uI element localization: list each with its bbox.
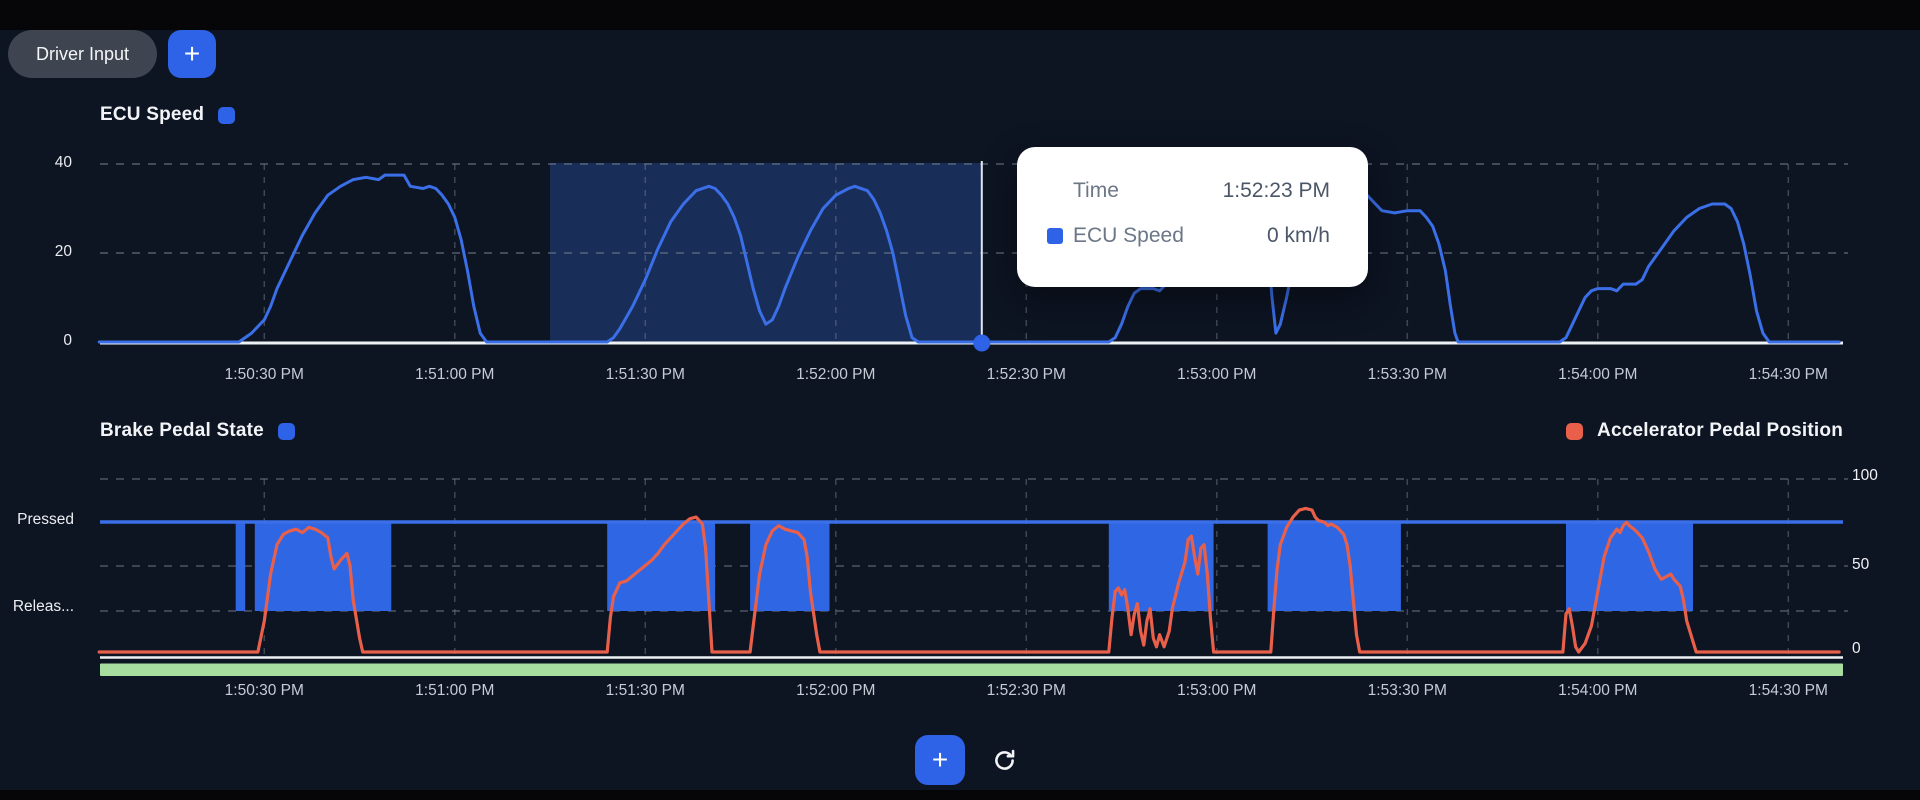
brake-pressed-interval	[1566, 522, 1693, 611]
tooltip-series-value: 0 km/h	[1267, 224, 1330, 248]
brake-pedal-legend-chip[interactable]	[278, 423, 295, 440]
tooltip-time-value: 1:52:23 PM	[1223, 179, 1330, 203]
chart2-header: Brake Pedal State	[100, 420, 295, 442]
x-tick-label: 1:50:30 PM	[194, 366, 334, 384]
chart-tooltip: Time 1:52:23 PM ECU Speed 0 km/h	[1017, 147, 1368, 287]
chart2-title: Brake Pedal State	[100, 420, 264, 442]
x-tick-label: 1:53:30 PM	[1337, 366, 1477, 384]
chart2-ytick-50: 50	[1852, 556, 1869, 574]
x-tick-label: 1:51:00 PM	[385, 366, 525, 384]
charts-canvas[interactable]	[0, 0, 1920, 800]
state-label-released: Releas...	[4, 598, 74, 616]
x-tick-label: 1:51:00 PM	[385, 682, 525, 700]
add-chart-button[interactable]: +	[915, 735, 965, 785]
x-tick-label: 1:53:00 PM	[1147, 682, 1287, 700]
tooltip-series-chip	[1047, 228, 1063, 244]
refresh-icon	[991, 747, 1018, 774]
tooltip-time-row: Time 1:52:23 PM	[1047, 177, 1330, 205]
chart2-ytick-100: 100	[1852, 467, 1878, 485]
x-tick-label: 1:52:00 PM	[766, 682, 906, 700]
cursor-handle[interactable]	[973, 335, 990, 352]
x-tick-label: 1:52:30 PM	[956, 366, 1096, 384]
x-tick-label: 1:51:30 PM	[575, 682, 715, 700]
timeline-range-bar[interactable]	[100, 664, 1843, 677]
x-tick-label: 1:51:30 PM	[575, 366, 715, 384]
plus-icon: +	[932, 746, 948, 774]
x-tick-label: 1:50:30 PM	[194, 682, 334, 700]
x-tick-label: 1:53:00 PM	[1147, 366, 1287, 384]
footer-controls: +	[915, 735, 1023, 785]
x-tick-label: 1:54:30 PM	[1718, 682, 1858, 700]
chart2-secondary-legend: Accelerator Pedal Position	[1566, 420, 1843, 442]
refresh-button[interactable]	[985, 741, 1023, 779]
brake-pressed-interval	[1268, 522, 1401, 611]
brake-pressed-interval	[607, 522, 715, 611]
tooltip-spacer	[1047, 183, 1063, 199]
tooltip-series-label: ECU Speed	[1073, 224, 1184, 248]
accelerator-legend-title: Accelerator Pedal Position	[1597, 420, 1843, 442]
tooltip-series-row: ECU Speed 0 km/h	[1047, 222, 1330, 250]
telemetry-dashboard: Driver Input + ECU Speed 40 20 0 1:50:30…	[0, 0, 1920, 800]
accelerator-legend-chip[interactable]	[1566, 423, 1583, 440]
x-tick-label: 1:53:30 PM	[1337, 682, 1477, 700]
x-tick-label: 1:52:00 PM	[766, 366, 906, 384]
chart2-ytick-0: 0	[1852, 640, 1861, 658]
x-tick-label: 1:54:00 PM	[1528, 366, 1668, 384]
x-tick-label: 1:52:30 PM	[956, 682, 1096, 700]
x-tick-label: 1:54:00 PM	[1528, 682, 1668, 700]
x-tick-label: 1:54:30 PM	[1718, 366, 1858, 384]
brake-pressed-interval	[236, 522, 246, 611]
state-label-pressed: Pressed	[4, 511, 74, 529]
tooltip-time-label: Time	[1073, 179, 1119, 203]
